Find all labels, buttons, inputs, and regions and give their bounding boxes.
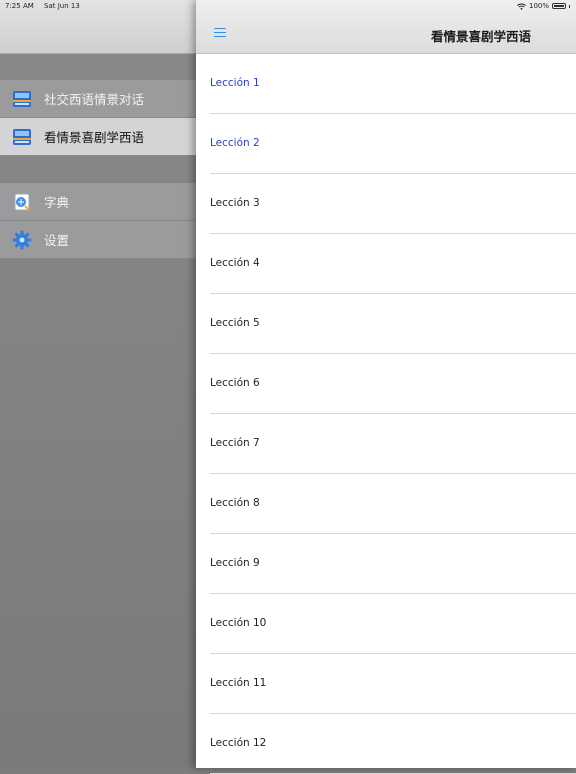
menu-group-lessons: 社交西语情景对话 看情景喜剧学西语 [0,80,196,156]
lesson-list-panel: 看情景喜剧学西语 Lección 1 Lección 2 Lección 3 L… [196,0,576,774]
lesson-label: Lección 6 [210,377,260,389]
lesson-label: Lección 8 [210,497,260,509]
lesson-label: Lección 1 [210,77,260,89]
list-item[interactable]: Lección 12 [196,714,576,774]
sidebar-item-settings[interactable]: 设置 [0,221,196,259]
sidebar-menu: 社交西语情景对话 看情景喜剧学西语 字典 设置 [0,0,196,768]
lesson-label: Lección 2 [210,137,260,149]
page-title: 看情景喜剧学西语 [431,29,532,44]
battery-percent: 100% [528,2,549,10]
list-item[interactable]: Lección 11 [196,654,576,714]
status-date: Sat Jun 13 [44,2,80,10]
sidebar-item-label: 设置 [44,233,70,248]
wifi-icon [517,3,526,10]
sidebar-item-dictionary[interactable]: 字典 [0,183,196,221]
sidebar-item-label: 社交西语情景对话 [44,92,145,107]
status-time: 7:25 AM [5,2,34,10]
sidebar-item-label: 看情景喜剧学西语 [44,130,145,145]
book-icon [13,128,31,145]
battery-icon [552,3,566,9]
lesson-label: Lección 7 [210,437,260,449]
list-item[interactable]: Lección 4 [196,234,576,294]
dictionary-icon [14,193,30,211]
status-bar: 7:25 AM Sat Jun 13 100% [0,0,576,11]
sidebar-item-social-dialogues[interactable]: 社交西语情景对话 [0,80,196,118]
lesson-label: Lección 12 [210,737,267,749]
list-item[interactable]: Lección 5 [196,294,576,354]
list-item[interactable]: Lección 1 [196,54,576,114]
list-item[interactable]: Lección 2 [196,114,576,174]
book-icon [13,90,31,107]
lesson-label: Lección 3 [210,197,260,209]
menu-group-tools: 字典 设置 [0,183,196,259]
lesson-label: Lección 11 [210,677,267,689]
lesson-list: Lección 1 Lección 2 Lección 3 Lección 4 … [196,54,576,774]
list-item[interactable]: Lección 10 [196,594,576,654]
battery-tip [569,4,570,8]
lesson-label: Lección 9 [210,557,260,569]
sidebar-item-sitcom-spanish[interactable]: 看情景喜剧学西语 [0,118,196,156]
list-item[interactable]: Lección 9 [196,534,576,594]
hamburger-icon[interactable] [214,28,226,38]
list-item[interactable]: Lección 3 [196,174,576,234]
lesson-label: Lección 5 [210,317,260,329]
gear-icon [12,230,32,249]
list-item[interactable]: Lección 6 [196,354,576,414]
list-item[interactable]: Lección 7 [196,414,576,474]
lesson-label: Lección 4 [210,257,260,269]
list-item[interactable]: Lección 8 [196,474,576,534]
sidebar-item-label: 字典 [44,195,70,210]
lesson-label: Lección 10 [210,617,267,629]
